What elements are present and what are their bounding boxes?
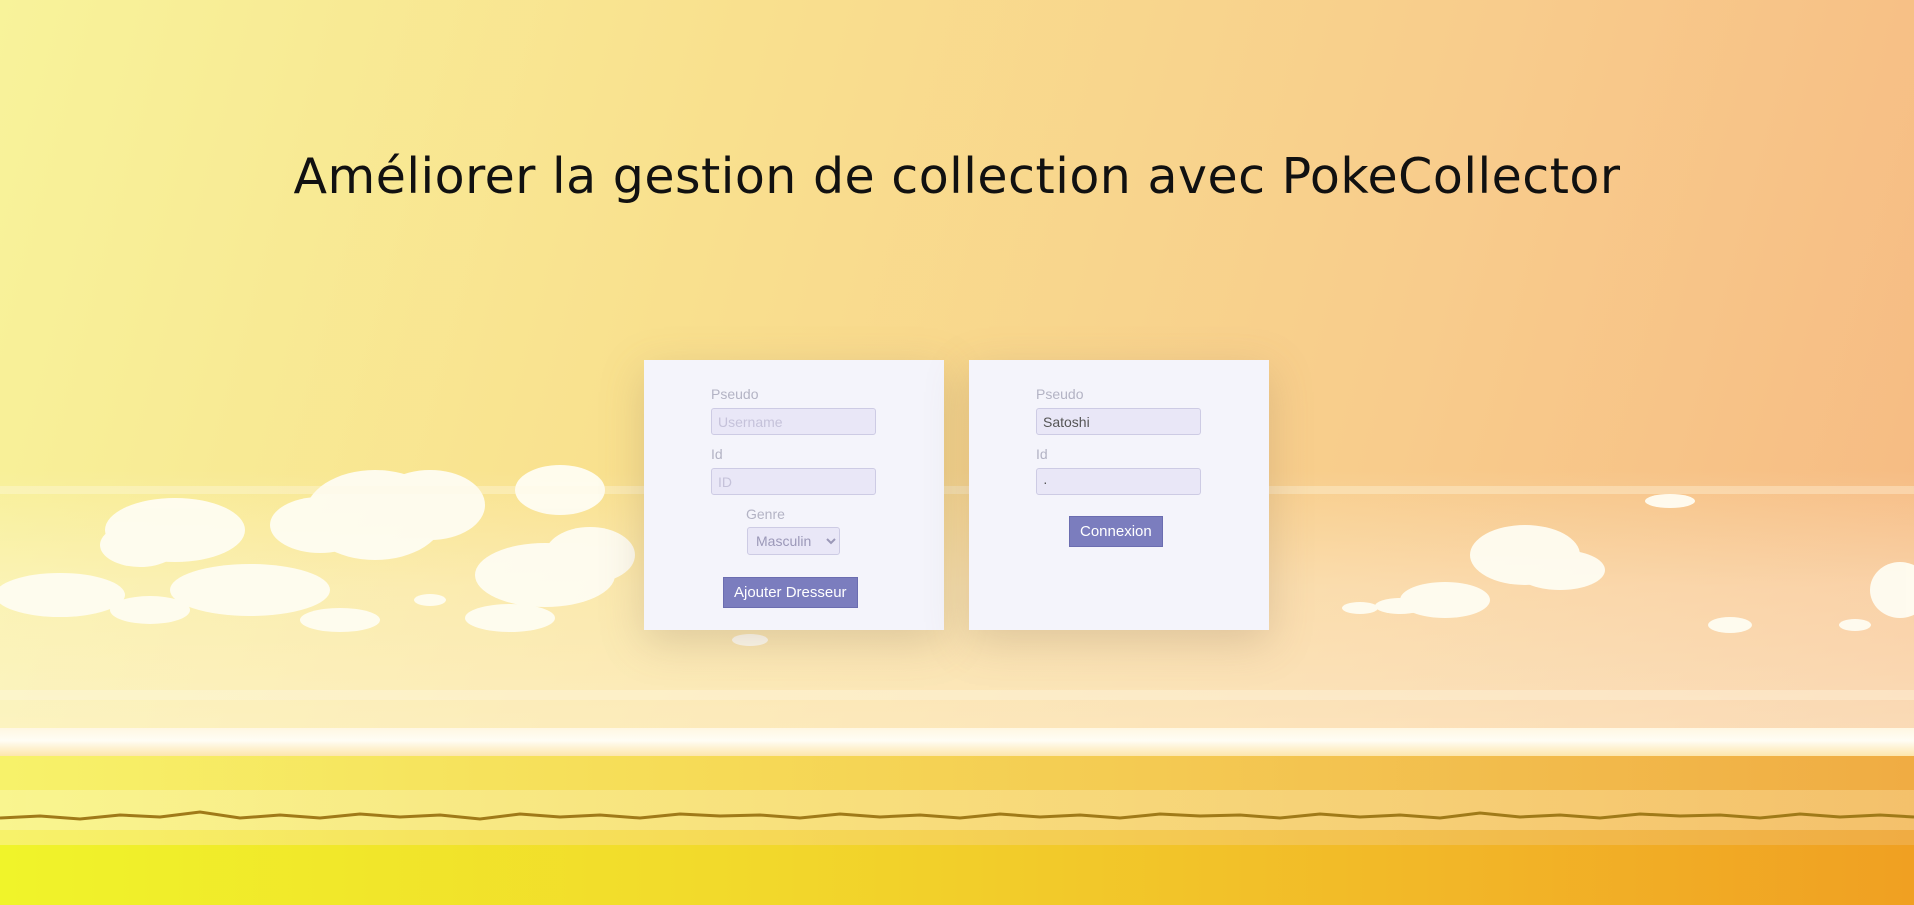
- page-title: Améliorer la gestion de collection avec …: [293, 148, 1621, 205]
- register-card: Pseudo Id Genre Masculin Ajouter Dresseu…: [644, 360, 944, 630]
- grass-ridge: [0, 810, 1914, 821]
- login-id-input[interactable]: [1036, 468, 1201, 495]
- background-landscape: [0, 0, 1914, 905]
- genre-select[interactable]: Masculin: [747, 527, 840, 555]
- foreground-grass: [0, 845, 1914, 905]
- register-pseudo-input[interactable]: [711, 408, 876, 435]
- login-card: Pseudo Id Connexion: [969, 360, 1269, 630]
- add-trainer-button[interactable]: Ajouter Dresseur: [723, 577, 858, 608]
- register-pseudo-label: Pseudo: [711, 386, 759, 402]
- horizon-glow: [0, 728, 1914, 756]
- login-pseudo-input[interactable]: [1036, 408, 1201, 435]
- login-button[interactable]: Connexion: [1069, 516, 1163, 547]
- login-pseudo-label: Pseudo: [1036, 386, 1084, 402]
- genre-label: Genre: [746, 506, 785, 522]
- register-id-label: Id: [711, 446, 723, 462]
- register-id-input[interactable]: [711, 468, 876, 495]
- login-id-label: Id: [1036, 446, 1048, 462]
